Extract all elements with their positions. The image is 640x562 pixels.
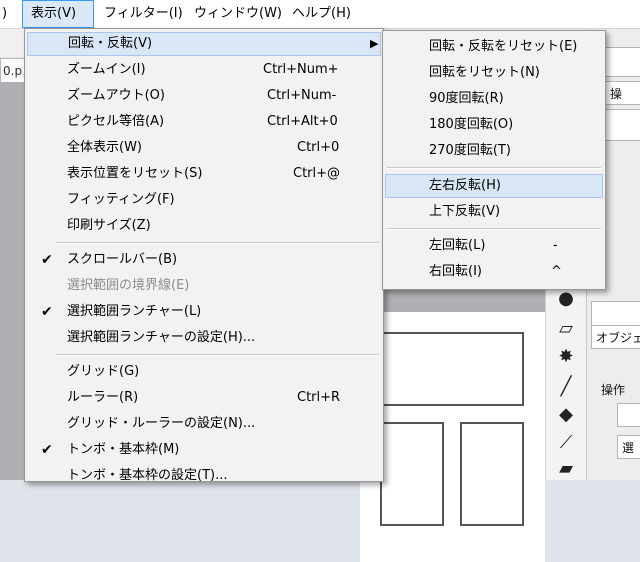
menu-item-crop-marks-settings[interactable]: トンボ・基本枠の設定(T)... <box>27 464 381 488</box>
rotate-flip-submenu: 回転・反転をリセット(E) 回転をリセット(N) 90度回転(R) 180度回転… <box>382 30 606 290</box>
select-button[interactable]: 選 <box>617 435 640 459</box>
gradient-icon[interactable]: ▰ <box>554 458 578 480</box>
shortcut: ^ <box>551 264 562 279</box>
menu-item-grid[interactable]: グリッド(G) <box>27 360 381 384</box>
menu-view[interactable]: 表示(V) <box>22 0 94 28</box>
menu-item-flip-horizontal[interactable]: 左右反転(H) <box>385 174 603 198</box>
shortcut: Ctrl+Num- <box>267 88 337 103</box>
object-panel-title: オブジェク <box>591 325 640 349</box>
menu-item-selection-border: 選択範囲の境界線(E) <box>67 278 190 293</box>
menu-item-rotate-270[interactable]: 270度回転(T) <box>385 139 603 163</box>
menu-item-rotate-right[interactable]: 右回転(I) ^ <box>385 260 603 284</box>
menu-item-reset-rotate-flip[interactable]: 回転・反転をリセット(E) <box>385 35 603 59</box>
menu-separator <box>387 228 601 230</box>
menu-separator <box>55 242 379 244</box>
menu-window[interactable]: ウィンドウ(W) <box>186 0 290 28</box>
menu-separator <box>55 354 379 356</box>
submenu-arrow-icon: ▶ <box>370 37 379 50</box>
eyedropper-icon[interactable]: ⟋ <box>554 432 578 454</box>
menu-item-selection-launcher[interactable]: ✔ 選択範囲ランチャー(L) <box>27 300 381 324</box>
menubar: ) 表示(V) フィルター(I) ウィンドウ(W) ヘルプ(H) <box>0 0 640 29</box>
menu-item-zoom-out[interactable]: ズームアウト(O) Ctrl+Num- <box>27 84 381 108</box>
menu-item-grid-ruler-settings[interactable]: グリッド・ルーラーの設定(N)... <box>27 412 381 436</box>
menu-item-rotate-flip[interactable]: 回転・反転(V) ▶ <box>27 32 381 56</box>
menu-separator <box>387 167 601 169</box>
eraser-icon[interactable]: ▱ <box>554 318 578 340</box>
paint-bucket-icon[interactable]: ● <box>554 288 578 310</box>
menu-item-fit-all[interactable]: 全体表示(W) Ctrl+0 <box>27 136 381 160</box>
operation-button[interactable] <box>617 403 640 427</box>
panel-label: 選 <box>622 441 635 455</box>
menu-item-fitting[interactable]: フィッティング(F) <box>27 188 381 212</box>
menu-item-selection-launcher-settings[interactable]: 選択範囲ランチャーの設定(H)... <box>27 326 381 350</box>
panel-tab-bar <box>591 301 640 327</box>
menu-item-ruler[interactable]: ルーラー(R) Ctrl+R <box>27 386 381 410</box>
shortcut: Ctrl+Num+ <box>263 62 339 77</box>
check-icon: ✔ <box>41 442 53 458</box>
menu-filter[interactable]: フィルター(I) <box>96 0 191 28</box>
menu-item-pixel-actual[interactable]: ピクセル等倍(A) Ctrl+Alt+0 <box>27 110 381 134</box>
menu-edit-tail[interactable]: ) <box>0 0 15 28</box>
menu-item-flip-vertical[interactable]: 上下反転(V) <box>385 200 603 224</box>
menu-item-reset-rotate[interactable]: 回転をリセット(N) <box>385 61 603 85</box>
comic-frame <box>380 422 444 526</box>
menu-item-zoom-in[interactable]: ズームイン(I) Ctrl+Num+ <box>27 58 381 82</box>
comic-frame <box>460 422 524 526</box>
menu-help[interactable]: ヘルプ(H) <box>284 0 359 28</box>
operation-label: 操作 <box>601 383 626 397</box>
tool-palette: ● ▱ ✸ ╱ ◆ ⟋ ▰ <box>545 260 586 480</box>
menu-item-rotate-left[interactable]: 左回転(L) - <box>385 234 603 258</box>
line-tool-icon[interactable]: ╱ <box>554 376 578 398</box>
check-icon: ✔ <box>41 304 53 320</box>
shortcut: Ctrl+0 <box>297 140 340 155</box>
panel-label: オブジェク <box>596 331 640 345</box>
panel-label: 操 <box>610 87 623 101</box>
check-icon: ✔ <box>41 252 53 268</box>
shortcut: Ctrl+@ <box>293 166 341 181</box>
comic-frame <box>380 332 524 406</box>
sparkle-icon[interactable]: ✸ <box>554 346 578 368</box>
menu-item-reset-position[interactable]: 表示位置をリセット(S) Ctrl+@ <box>27 162 381 186</box>
shortcut: Ctrl+R <box>297 390 341 405</box>
view-menu: 回転・反転(V) ▶ ズームイン(I) Ctrl+Num+ ズームアウト(O) … <box>24 28 384 483</box>
canvas-page[interactable] <box>360 312 545 562</box>
menu-item-crop-marks[interactable]: ✔ トンボ・基本枠(M) <box>27 438 381 462</box>
fill-icon[interactable]: ◆ <box>554 404 578 426</box>
shortcut: Ctrl+Alt+0 <box>267 114 338 129</box>
menu-item-rotate-180[interactable]: 180度回転(O) <box>385 113 603 137</box>
shortcut: - <box>553 238 558 253</box>
menu-item-print-size[interactable]: 印刷サイズ(Z) <box>27 214 381 238</box>
menu-item-scrollbar[interactable]: ✔ スクロールバー(B) <box>27 248 381 272</box>
menu-item-rotate-90[interactable]: 90度回転(R) <box>385 87 603 111</box>
